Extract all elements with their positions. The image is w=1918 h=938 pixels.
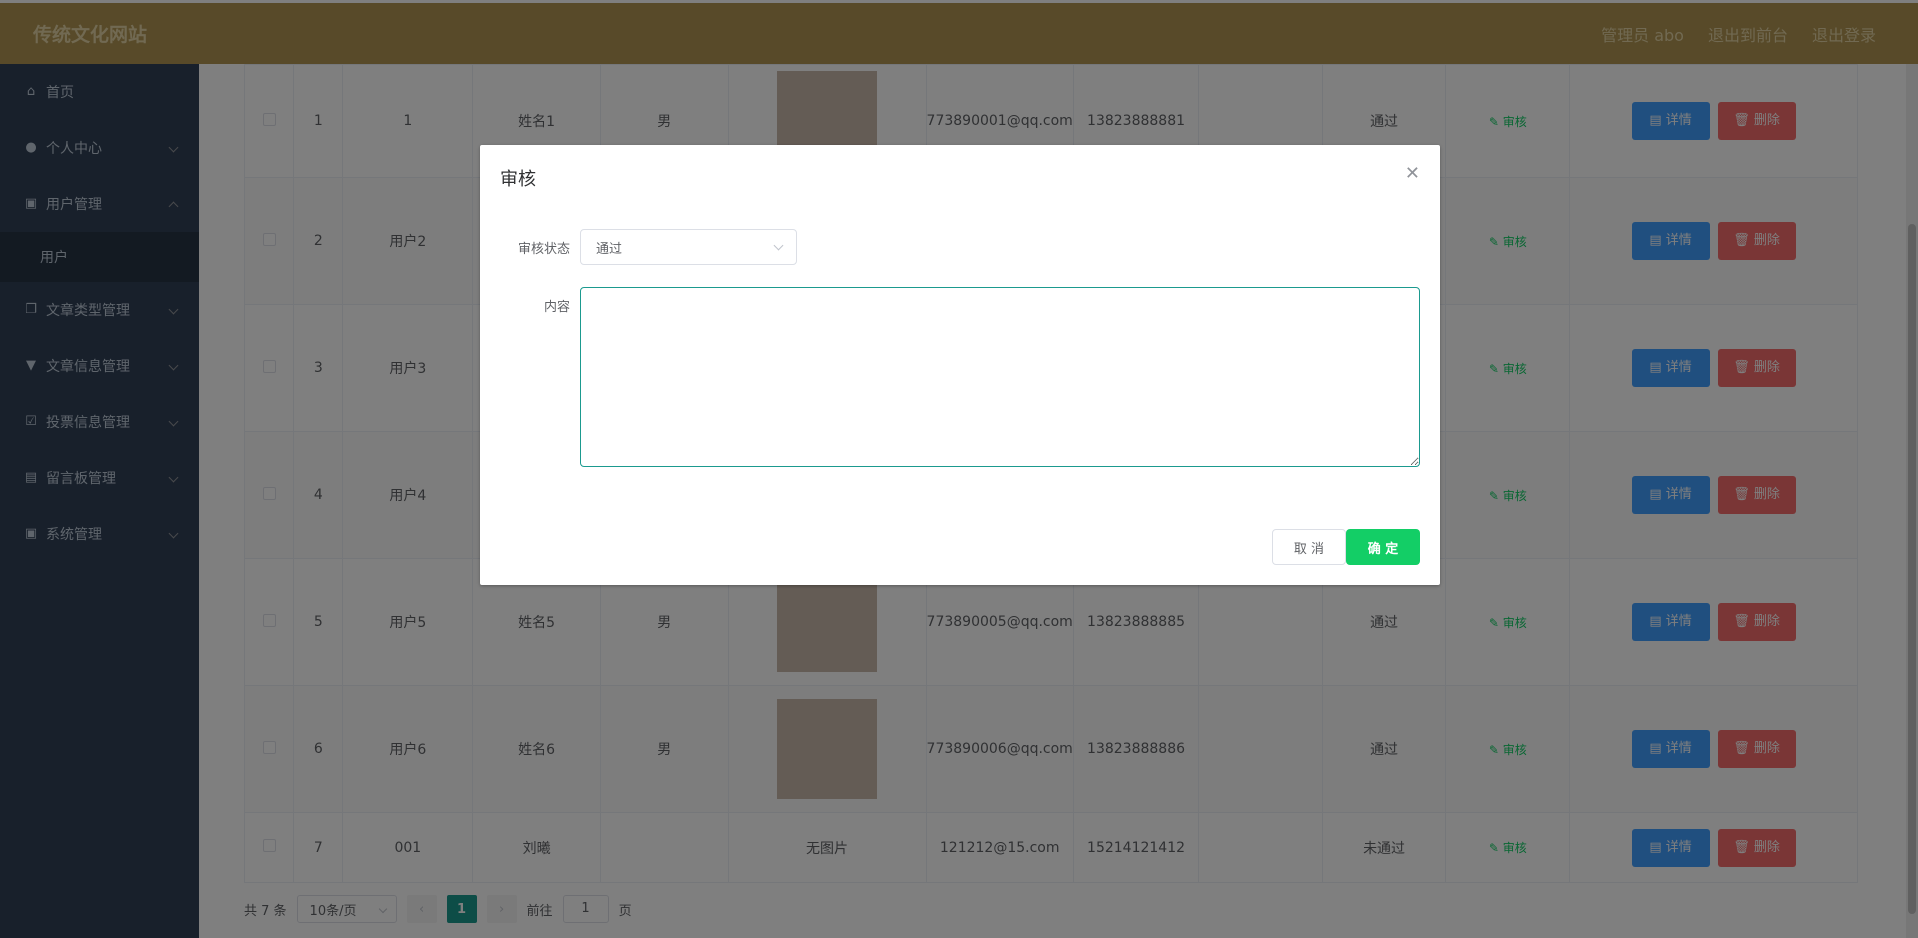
close-icon[interactable]: ✕	[1405, 163, 1420, 184]
content-label: 内容	[543, 300, 570, 315]
status-label: 审核状态	[517, 242, 570, 257]
chevron-down-icon	[773, 240, 784, 251]
confirm-button[interactable]: 确 定	[1346, 529, 1420, 565]
content-textarea[interactable]	[580, 287, 1420, 467]
status-select[interactable]: 通过	[580, 229, 797, 265]
cancel-button[interactable]: 取 消	[1272, 529, 1346, 565]
dialog-title: 审核	[500, 169, 536, 190]
audit-dialog: 审核 ✕ 审核状态 通过 内容 取 消 确 定	[480, 145, 1440, 585]
status-value: 通过	[596, 241, 623, 257]
